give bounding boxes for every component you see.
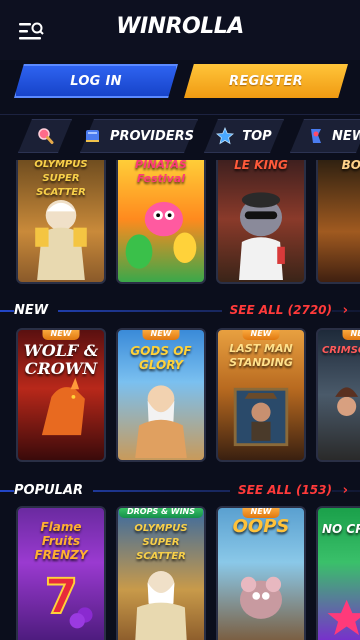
game-card[interactable]: BOOK bbox=[316, 160, 360, 284]
game-title: LAST MAN STANDING bbox=[229, 342, 293, 369]
login-button[interactable]: LOG IN bbox=[14, 64, 178, 98]
featured-games-row: OLYMPUS SUPER SCATTER PIÑATAS Festival L… bbox=[0, 160, 360, 290]
see-all-popular-link[interactable]: SEE ALL (153) bbox=[230, 483, 332, 497]
section-new-header: NEW SEE ALL (2720) › bbox=[0, 300, 360, 324]
new-games-row: NEW WOLF & CROWN NEW GODS OF GLORY NEW L… bbox=[0, 328, 360, 468]
tab-new[interactable]: NEW bbox=[290, 119, 360, 153]
chevron-right-icon[interactable]: › bbox=[343, 483, 348, 498]
game-card[interactable]: 7 Flame Fruits FRENZY bbox=[16, 506, 106, 640]
tab-label: NEW bbox=[332, 128, 360, 144]
app-header: WINROLLA bbox=[0, 0, 360, 60]
chevron-right-icon[interactable]: › bbox=[343, 303, 348, 318]
see-all-new-link[interactable]: SEE ALL (2720) bbox=[221, 303, 332, 317]
game-card[interactable]: NEW GODS OF GLORY bbox=[116, 328, 206, 462]
game-title: OOPS bbox=[232, 516, 290, 537]
tab-label: TOP bbox=[242, 128, 272, 144]
tab-top[interactable]: TOP bbox=[204, 119, 284, 153]
drops-wins-badge: DROPS & WINS bbox=[118, 508, 204, 518]
game-card[interactable]: PIÑATAS Festival bbox=[116, 160, 206, 284]
game-title: WOLF & CROWN bbox=[23, 341, 99, 378]
tab-search[interactable] bbox=[18, 119, 72, 153]
category-tabs: PROVIDERS TOP NEW bbox=[0, 114, 360, 158]
game-title: Flame Fruits FRENZY bbox=[34, 520, 88, 562]
game-card[interactable]: NEW CRIMSON bbox=[316, 328, 360, 462]
game-title: PIÑATAS Festival bbox=[135, 160, 187, 185]
tab-label: PROVIDERS bbox=[109, 128, 195, 144]
book-icon bbox=[85, 130, 99, 142]
game-title: CRIMSON bbox=[322, 345, 360, 356]
star-icon bbox=[216, 127, 235, 145]
game-card[interactable]: NO CR bbox=[316, 506, 360, 640]
game-title: OLYMPUS SUPER SCATTER bbox=[134, 523, 188, 562]
game-title: LE KING bbox=[234, 160, 288, 172]
game-card[interactable]: OLYMPUS SUPER SCATTER bbox=[16, 160, 106, 284]
game-card[interactable]: NEW OOPS bbox=[216, 506, 306, 640]
game-card[interactable]: NEW WOLF & CROWN bbox=[16, 328, 106, 462]
game-card[interactable]: DROPS & WINS OLYMPUS SUPER SCATTER bbox=[116, 506, 206, 640]
section-popular-header: POPULAR SEE ALL (153) › bbox=[0, 480, 360, 504]
login-label: LOG IN bbox=[70, 73, 122, 89]
search-icon bbox=[38, 128, 54, 144]
brand-logo[interactable]: WINROLLA bbox=[0, 14, 360, 39]
register-label: REGISTER bbox=[229, 73, 303, 89]
game-title: BOOK bbox=[341, 160, 360, 172]
game-card[interactable]: NEW LAST MAN STANDING bbox=[216, 328, 306, 462]
new-icon bbox=[311, 129, 321, 143]
new-badge: NEW bbox=[242, 330, 280, 340]
new-badge: NEW bbox=[342, 330, 360, 340]
new-badge: NEW bbox=[142, 330, 180, 340]
tab-providers[interactable]: PROVIDERS bbox=[80, 119, 198, 153]
game-title: OLYMPUS SUPER SCATTER bbox=[34, 160, 88, 198]
register-button[interactable]: REGISTER bbox=[184, 64, 348, 98]
new-badge: NEW bbox=[42, 330, 80, 340]
game-title: NO CR bbox=[322, 522, 360, 536]
popular-games-row: 7 Flame Fruits FRENZY DROPS & WINS OLYMP… bbox=[0, 506, 360, 640]
game-card[interactable]: LE KING bbox=[216, 160, 306, 284]
game-title: GODS OF GLORY bbox=[130, 344, 192, 372]
section-title: NEW bbox=[14, 303, 59, 318]
section-title: POPULAR bbox=[14, 483, 94, 498]
